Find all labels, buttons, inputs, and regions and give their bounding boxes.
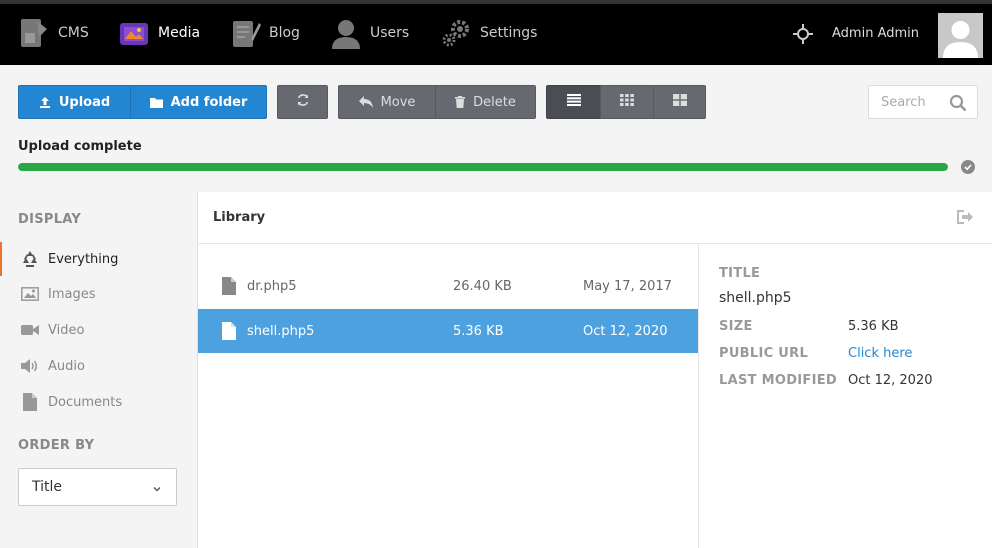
grid-view-button[interactable] bbox=[600, 85, 654, 119]
upload-progress-bar bbox=[18, 163, 948, 171]
public-url-link[interactable]: Click here bbox=[848, 346, 912, 361]
nav-item-label: Users bbox=[370, 25, 410, 41]
refresh-icon bbox=[296, 93, 310, 111]
blog-icon bbox=[229, 17, 261, 49]
nav-item-label: Blog bbox=[269, 25, 300, 41]
nav-item-label: Settings bbox=[480, 25, 538, 41]
detail-title-label: TITLE bbox=[719, 266, 761, 281]
settings-icon bbox=[440, 17, 472, 49]
user-name[interactable]: Admin Admin bbox=[832, 26, 919, 41]
nav-item-label: CMS bbox=[58, 25, 89, 41]
library-title: Library bbox=[213, 210, 266, 225]
refresh-button[interactable] bbox=[277, 85, 328, 119]
crosshair-icon[interactable] bbox=[793, 24, 813, 44]
add-folder-label: Add folder bbox=[170, 94, 248, 110]
search-input[interactable] bbox=[869, 86, 945, 118]
sidebar-item-label: Documents bbox=[48, 394, 123, 410]
sidebar: DISPLAY Everything Images Video Audio Do… bbox=[0, 192, 198, 548]
library-header: Library bbox=[198, 192, 992, 244]
image-icon bbox=[20, 284, 40, 304]
detail-title-value: shell.php5 bbox=[719, 290, 792, 306]
add-folder-button[interactable]: Add folder bbox=[130, 85, 267, 119]
upload-progress-fill bbox=[18, 163, 948, 171]
detail-url-value: Click here bbox=[848, 346, 912, 361]
list-view-button[interactable] bbox=[546, 85, 601, 119]
file-size: 26.40 KB bbox=[453, 278, 512, 294]
media-icon bbox=[118, 17, 150, 49]
upload-icon bbox=[39, 96, 51, 108]
toolbar: Upload Add folder Move Delete Upload com… bbox=[0, 65, 992, 192]
detail-size-label: SIZE bbox=[719, 319, 753, 334]
file-detail-panel: TITLE shell.php5 SIZE 5.36 KB PUBLIC URL… bbox=[698, 244, 992, 548]
file-name: dr.php5 bbox=[247, 278, 297, 294]
trash-icon bbox=[455, 96, 466, 108]
avatar[interactable] bbox=[938, 13, 983, 58]
upload-button[interactable]: Upload bbox=[18, 85, 131, 119]
detail-modified-value: Oct 12, 2020 bbox=[848, 373, 933, 388]
search-box bbox=[868, 85, 978, 119]
sidebar-item-label: Images bbox=[48, 286, 96, 302]
file-icon bbox=[222, 322, 236, 340]
file-name: shell.php5 bbox=[247, 323, 315, 339]
file-date: May 17, 2017 bbox=[583, 278, 672, 294]
order-by-heading: ORDER BY bbox=[18, 438, 95, 453]
move-label: Move bbox=[380, 94, 416, 110]
search-icon[interactable] bbox=[949, 94, 967, 112]
nav-item-users[interactable]: Users bbox=[330, 15, 409, 51]
folder-icon bbox=[149, 97, 163, 108]
nav-item-media[interactable]: Media bbox=[118, 15, 200, 51]
upload-status: Upload complete bbox=[18, 139, 142, 154]
display-heading: DISPLAY bbox=[18, 212, 82, 227]
sidebar-item-audio[interactable]: Audio bbox=[0, 349, 197, 383]
avatar-icon bbox=[943, 21, 978, 58]
detail-url-label: PUBLIC URL bbox=[719, 346, 809, 361]
users-icon bbox=[330, 17, 362, 49]
detail-size-value: 5.36 KB bbox=[848, 319, 899, 334]
file-row[interactable]: dr.php5 26.40 KB May 17, 2017 bbox=[198, 264, 698, 308]
nav-item-label: Media bbox=[158, 25, 201, 41]
detail-modified-label: LAST MODIFIED bbox=[719, 373, 838, 388]
audio-icon bbox=[20, 356, 40, 376]
document-icon bbox=[20, 392, 40, 412]
order-by-select[interactable]: Title bbox=[18, 468, 177, 506]
file-icon bbox=[222, 277, 236, 295]
nav-item-blog[interactable]: Blog bbox=[229, 15, 300, 51]
cms-icon bbox=[18, 17, 50, 49]
upload-label: Upload bbox=[58, 94, 111, 110]
video-icon bbox=[20, 320, 40, 340]
delete-button[interactable]: Delete bbox=[435, 85, 536, 119]
sign-out-icon[interactable] bbox=[956, 209, 974, 225]
delete-label: Delete bbox=[473, 94, 516, 110]
reply-icon bbox=[358, 96, 373, 108]
check-circle-icon bbox=[961, 160, 975, 174]
sidebar-item-label: Audio bbox=[48, 358, 85, 374]
grid-large-icon bbox=[672, 94, 687, 110]
sidebar-item-documents[interactable]: Documents bbox=[0, 385, 197, 419]
sidebar-item-everything[interactable]: Everything bbox=[0, 242, 197, 276]
file-date: Oct 12, 2020 bbox=[583, 323, 668, 339]
grid-small-icon bbox=[620, 94, 634, 110]
library-panel: Library dr.php5 26.40 KB May 17, 2017 sh… bbox=[198, 192, 992, 548]
sidebar-item-label: Everything bbox=[48, 251, 119, 267]
top-strip bbox=[0, 0, 992, 4]
recycle-icon bbox=[20, 249, 40, 269]
sidebar-item-video[interactable]: Video bbox=[0, 313, 197, 347]
sidebar-item-images[interactable]: Images bbox=[0, 277, 197, 311]
sidebar-item-label: Video bbox=[48, 322, 85, 338]
file-size: 5.36 KB bbox=[453, 323, 504, 339]
list-icon bbox=[566, 94, 581, 110]
top-navigation: CMS Media Blog Users Settings Admin Admi… bbox=[0, 0, 992, 65]
order-by-value: Title bbox=[32, 479, 63, 495]
file-row[interactable]: shell.php5 5.36 KB Oct 12, 2020 bbox=[198, 309, 698, 353]
tile-view-button[interactable] bbox=[653, 85, 706, 119]
nav-item-cms[interactable]: CMS bbox=[18, 15, 89, 51]
move-button[interactable]: Move bbox=[338, 85, 436, 119]
chevron-down-icon bbox=[152, 482, 162, 492]
nav-item-settings[interactable]: Settings bbox=[440, 15, 537, 51]
